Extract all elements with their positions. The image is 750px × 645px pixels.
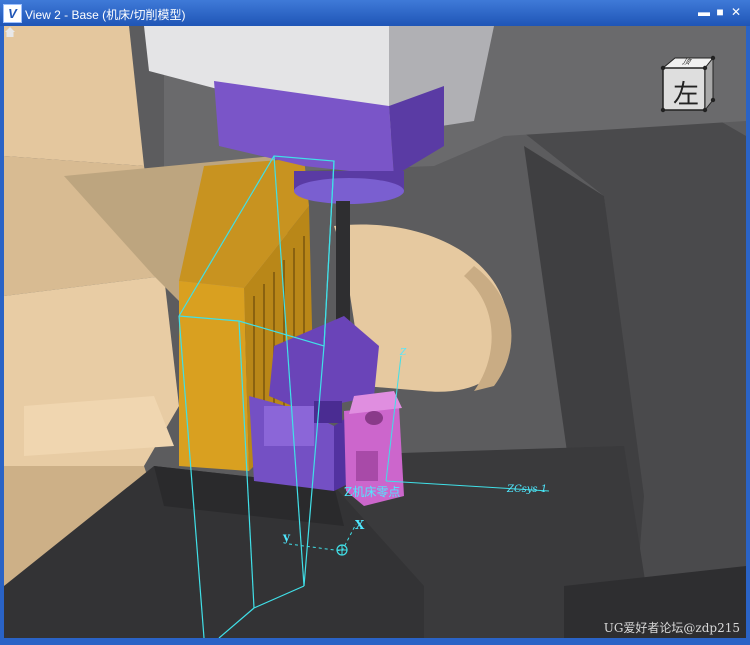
title-bar[interactable]: V View 2 - Base (机床/切削模型) ▬ ■ ✕ [0,0,750,26]
app-logo-icon: V [3,4,22,23]
axis-y-label: y [283,530,290,544]
machine-zero-label: Z机床零点 [344,485,401,499]
axis-x-label: X [355,518,365,532]
watermark: UG爱好者论坛@zdp215 [603,621,740,635]
workpiece-hole [365,411,383,425]
tool-shank [336,201,350,331]
cam-view-window: V View 2 - Base (机床/切削模型) ▬ ■ ✕ Z机床零点 ZC… [0,0,750,645]
close-button[interactable]: ✕ [729,5,743,19]
workpiece-pocket [356,451,378,481]
axis-z-label: Z [400,348,407,358]
view-cube[interactable]: 顶 左 [655,54,717,116]
tool-magazine-front [179,281,249,471]
fixture-jaw [264,406,314,446]
home-icon[interactable] [4,26,16,38]
minimize-button[interactable]: ▬ [697,5,711,19]
spindle-nose-face [294,178,404,204]
machine-scene [4,26,746,638]
window-title: View 2 - Base (机床/切削模型) [25,8,186,22]
3d-viewport[interactable]: Z机床零点 ZCsys 1 X y Z 顶 左 UG爱好者论坛@zdp215 [4,26,746,638]
csys-label: ZCsys 1 [507,484,548,495]
view-cube-face-label: 左 [672,80,699,110]
maximize-button[interactable]: ■ [713,5,727,19]
column-ledge [24,396,174,456]
column-upper [4,26,144,166]
